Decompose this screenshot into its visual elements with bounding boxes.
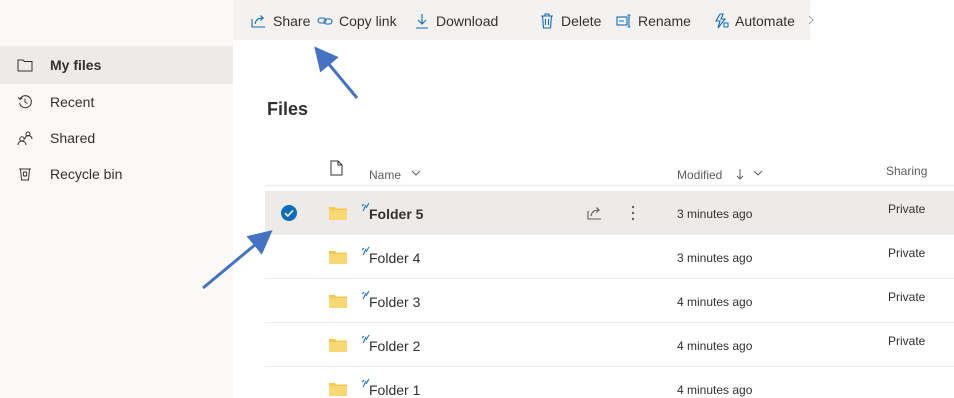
chevron-right-icon[interactable]: [806, 13, 816, 27]
trash-icon: [539, 13, 555, 29]
delete-label: Delete: [561, 13, 602, 29]
item-sharing[interactable]: Private: [888, 202, 925, 216]
sidebar-item-recycle-bin[interactable]: Recycle bin: [0, 155, 233, 193]
share-icon: [251, 13, 267, 29]
file-type-icon[interactable]: [330, 160, 343, 176]
rename-label: Rename: [638, 13, 691, 29]
delete-button[interactable]: Delete: [539, 10, 601, 32]
item-name[interactable]: Folder 1: [369, 382, 420, 398]
item-sharing[interactable]: Private: [888, 290, 925, 304]
item-name[interactable]: Folder 3: [369, 294, 420, 310]
share-icon[interactable]: [587, 205, 603, 221]
page-title: Files: [267, 99, 309, 119]
sidebar-item-shared[interactable]: Shared: [0, 119, 233, 157]
sidebar-item-label: My files: [50, 57, 102, 73]
chevron-down-icon[interactable]: [411, 170, 421, 177]
sidebar-item-recent[interactable]: Recent: [0, 83, 233, 121]
folder-icon: [329, 383, 347, 396]
column-header-name[interactable]: Name: [369, 168, 401, 182]
table-row[interactable]: Folder 1 4 minutes ago: [265, 367, 954, 398]
table-row[interactable]: Folder 3 4 minutes ago Private: [265, 279, 954, 323]
left-navigation: My files Recent Shared Recycle bin: [0, 0, 233, 398]
automate-icon: [713, 13, 729, 29]
download-icon: [414, 13, 430, 29]
column-header-sharing[interactable]: Sharing: [886, 164, 927, 178]
item-name[interactable]: Folder 2: [369, 338, 420, 354]
table-row[interactable]: Folder 2 4 minutes ago Private: [265, 323, 954, 367]
history-icon: [16, 93, 34, 111]
table-header: Name Modified Sharing: [265, 158, 954, 186]
item-name[interactable]: Folder 4: [369, 250, 420, 266]
download-button[interactable]: Download: [414, 10, 498, 32]
item-modified: 3 minutes ago: [677, 207, 753, 221]
automate-label: Automate: [735, 13, 795, 29]
folder-icon: [329, 295, 347, 308]
download-label: Download: [436, 13, 499, 29]
sidebar-item-label: Shared: [50, 130, 96, 146]
copy-link-label: Copy link: [339, 13, 397, 29]
checkmark-circle-icon[interactable]: [280, 204, 298, 222]
item-modified: 4 minutes ago: [677, 295, 753, 309]
column-header-modified[interactable]: Modified: [677, 168, 722, 182]
rename-icon: [616, 13, 632, 29]
copy-link-button[interactable]: Copy link: [317, 10, 397, 32]
share-label: Share: [273, 13, 311, 29]
more-options-icon[interactable]: [630, 204, 636, 222]
item-modified: 3 minutes ago: [677, 251, 753, 265]
folder-icon: [329, 251, 347, 264]
rename-button[interactable]: Rename: [616, 10, 691, 32]
arrow-to-share: [314, 46, 359, 99]
item-modified: 4 minutes ago: [677, 339, 753, 353]
folder-icon: [329, 339, 347, 352]
chevron-down-icon[interactable]: [753, 170, 763, 177]
link-icon: [317, 13, 333, 29]
sort-descending-icon[interactable]: [736, 168, 744, 180]
item-sharing[interactable]: Private: [888, 334, 925, 348]
sidebar-item-label: Recent: [50, 94, 95, 110]
item-modified: 4 minutes ago: [677, 383, 753, 397]
automate-button[interactable]: Automate: [713, 10, 795, 32]
table-row[interactable]: Folder 5 3 minutes ago Private: [265, 191, 954, 235]
folder-icon: [329, 207, 347, 220]
table-row[interactable]: Folder 4 3 minutes ago Private: [265, 235, 954, 279]
share-button[interactable]: Share: [251, 10, 310, 32]
item-sharing[interactable]: Private: [888, 246, 925, 260]
folder-icon: [16, 56, 34, 74]
item-name[interactable]: Folder 5: [369, 206, 423, 222]
sidebar-item-label: Recycle bin: [50, 166, 123, 182]
recycle-bin-icon: [16, 165, 34, 183]
people-icon: [16, 129, 34, 147]
sidebar-item-my-files[interactable]: My files: [0, 46, 233, 84]
command-bar: Share Copy link Download Delete Rename A…: [233, 0, 814, 40]
